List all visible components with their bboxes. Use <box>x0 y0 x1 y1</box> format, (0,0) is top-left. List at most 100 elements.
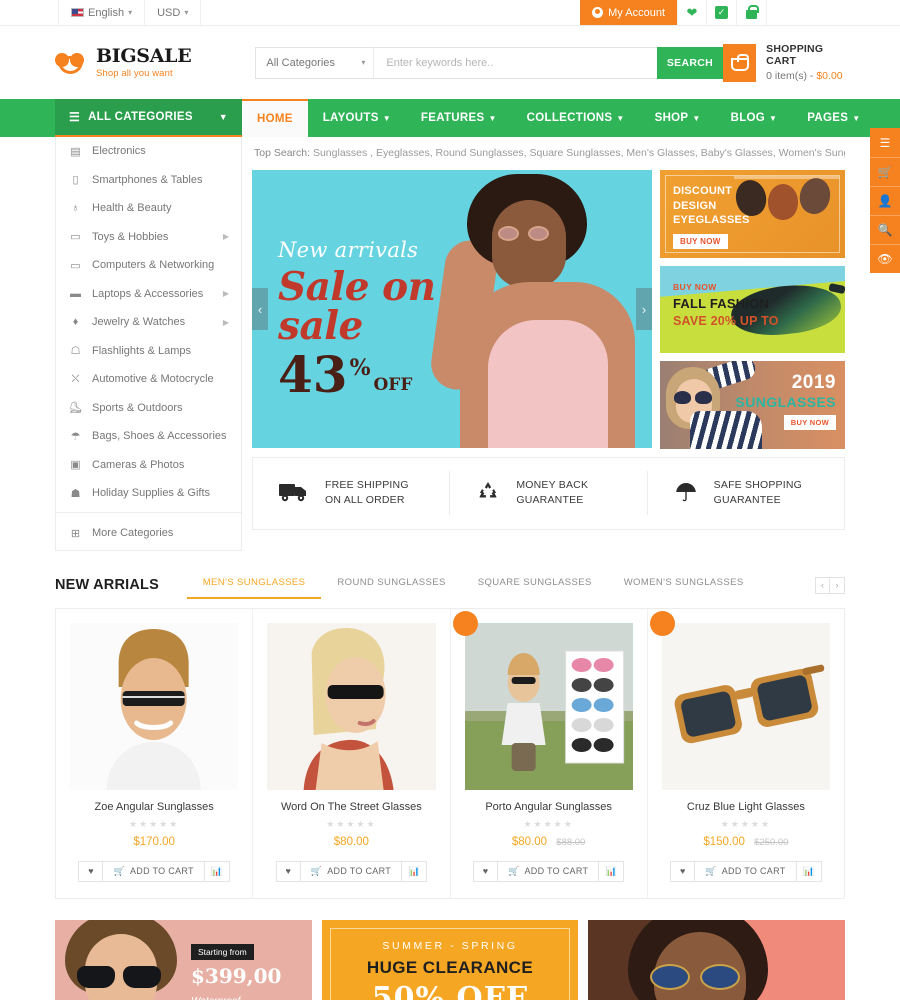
compare-icon[interactable]: ✓ <box>707 0 737 25</box>
compare-button[interactable]: 📊 <box>204 860 230 882</box>
product-image[interactable] <box>464 622 633 790</box>
wishlist-button[interactable]: ♥ <box>78 860 104 882</box>
nav-item-features[interactable]: FEATURES ▼ <box>406 99 512 137</box>
sidebar-item-label: Cameras & Photos <box>92 458 185 471</box>
currency-selector[interactable]: USD ▾ <box>145 0 202 25</box>
product-card[interactable]: Word On The Street Glasses ★★★★★ $80.00 … <box>252 608 449 898</box>
banner-huge-clearance[interactable]: SUMMER - SPRING HUGE CLEARANCE 50% OFF <box>321 919 579 1000</box>
search-button[interactable]: SEARCH <box>656 46 723 79</box>
tab-womens-sunglasses[interactable]: WOMEN'S SUNGLASSES <box>608 572 760 599</box>
banner-text: SUMMER - SPRING HUGE CLEARANCE 50% OFF <box>322 940 579 1000</box>
bag-icon: ☂ <box>70 430 81 443</box>
sidebar-item-cameras-photos[interactable]: ▣ Cameras & Photos <box>56 451 241 480</box>
chevron-down-icon: ▼ <box>852 113 861 123</box>
product-image[interactable] <box>267 622 436 790</box>
compare-button[interactable]: 📊 <box>402 860 428 882</box>
wishlist-icon[interactable]: ❤ <box>677 0 707 25</box>
sidebar-item-laptops-accessories[interactable]: ▬ Laptops & Accessories ▶ <box>56 280 241 309</box>
product-card[interactable]: Porto Angular Sunglasses ★★★★★ $80.00 $8… <box>449 608 647 898</box>
compare-button[interactable]: 📊 <box>599 860 625 882</box>
add-to-cart-button[interactable]: 🛒 ADD TO CART <box>695 860 797 882</box>
flashlight-icon: ☖ <box>70 345 81 358</box>
slider-new-arrivals: New arrivals <box>278 238 419 262</box>
promo-text: BUY NOW FALL FASHION SAVE 20% UP TO <box>673 282 779 328</box>
product-price-row: $150.00 $250.00 <box>662 836 830 848</box>
sidebar-item-label: Flashlights & Lamps <box>92 344 192 357</box>
sidebar-item-more-categories[interactable]: ⊞ More Categories <box>56 517 241 550</box>
promo-buy-now-label[interactable]: BUY NOW <box>673 282 779 292</box>
add-to-cart-button[interactable]: 🛒 ADD TO CART <box>300 860 403 882</box>
sidebar-item-bags-shoes-accessories[interactable]: ☂ Bags, Shoes & Accessories <box>56 422 241 451</box>
banner-starting-from[interactable]: Starting from $399,00 Waterproof <box>55 919 312 1000</box>
top-utility-bar: English ▾ USD ▾ My Account ❤ ✓ <box>0 0 900 26</box>
promo-buy-now-button[interactable]: BUY NOW <box>783 415 836 430</box>
tab-round-sunglasses[interactable]: ROUND SUNGLASSES <box>321 572 461 599</box>
search-icon[interactable]: 🔍 <box>870 215 900 244</box>
my-account-button[interactable]: My Account <box>580 0 677 25</box>
banner-line-3: 50% OFF <box>371 980 529 1000</box>
carousel-nav: ‹ › <box>815 576 845 594</box>
promo-line-3: EYEGLASSES <box>673 214 750 227</box>
sidebar-item-jewelry-watches[interactable]: ♦ Jewelry & Watches ▶ <box>56 308 241 337</box>
tab-mens-sunglasses[interactable]: MEN'S SUNGLASSES <box>186 572 322 599</box>
sports-icon: ⛸ <box>68 402 83 415</box>
slider-prev-button[interactable]: ‹ <box>252 288 268 330</box>
product-image[interactable] <box>70 622 239 790</box>
search-input[interactable] <box>373 46 657 79</box>
sidebar-item-toys-hobbies[interactable]: ▭ Toys & Hobbies ▶ <box>56 223 241 252</box>
user-icon[interactable]: 👤 <box>870 186 900 215</box>
sidebar-item-health-beauty[interactable]: ♁ Health & Beauty <box>56 194 241 223</box>
sidebar-item-sports-outdoors[interactable]: ⛸ Sports & Outdoors <box>56 394 241 423</box>
tab-square-sunglasses[interactable]: SQUARE SUNGLASSES <box>462 572 608 599</box>
product-actions: ♥ 🛒 ADD TO CART 📊 <box>267 860 435 882</box>
compare-button[interactable]: 📊 <box>796 860 822 882</box>
sidebar-item-holiday-supplies-gifts[interactable]: ☗ Holiday Supplies & Gifts <box>56 479 241 508</box>
all-categories-button[interactable]: ☰ ALL CATEGORIES ▼ <box>55 99 242 137</box>
nav-item-home[interactable]: HOME <box>242 99 308 137</box>
nav-item-layouts[interactable]: LAYOUTS ▼ <box>308 99 406 137</box>
sale-badge <box>452 610 478 636</box>
site-logo[interactable]: BIGSALE Shop all you want <box>55 46 196 79</box>
sidebar-item-automotive-motocrycle[interactable]: ⛌ Automotive & Motocrycle <box>56 365 241 394</box>
page-root: English ▾ USD ▾ My Account ❤ ✓ BIGSALE S… <box>0 0 900 1000</box>
banner-tag: Starting from <box>191 943 254 960</box>
promo-2019-sunglasses[interactable]: 2019 SUNGLASSES BUY NOW <box>660 361 845 449</box>
cart-icon[interactable]: 🛒 <box>870 157 900 186</box>
service-text: MONEY BACK GUARANTEE <box>516 478 588 508</box>
banner-woman-sunglasses[interactable] <box>588 919 846 1000</box>
promo-fall-fashion[interactable]: BUY NOW FALL FASHION SAVE 20% UP TO <box>660 265 845 353</box>
product-image[interactable] <box>661 622 830 790</box>
add-to-cart-button[interactable]: 🛒 ADD TO CART <box>497 860 600 882</box>
lock-icon[interactable] <box>737 0 767 25</box>
carousel-next-button[interactable]: › <box>830 576 845 594</box>
sidebar-item-electronics[interactable]: ▤ Electronics <box>56 137 241 166</box>
nav-item-pages[interactable]: PAGES ▼ <box>792 99 875 137</box>
wishlist-button[interactable]: ♥ <box>472 860 498 882</box>
menu-icon[interactable]: ☰ <box>870 128 900 157</box>
top-search-terms[interactable]: Sunglasses , Eyeglasses, Round Sunglasse… <box>313 147 845 159</box>
promo-buy-now-button[interactable]: BUY NOW <box>673 233 728 249</box>
glasses-logo-icon <box>55 51 89 75</box>
nav-item-shop[interactable]: SHOP ▼ <box>640 99 716 137</box>
nav-item-blog[interactable]: BLOG ▼ <box>716 99 793 137</box>
sunglasses-icon <box>77 965 163 988</box>
laptop-icon: ▬ <box>70 287 81 300</box>
nav-item-collections[interactable]: COLLECTIONS ▼ <box>512 99 640 137</box>
carousel-prev-button[interactable]: ‹ <box>815 576 830 594</box>
banner-subtitle: Waterproof <box>191 996 240 1000</box>
product-card[interactable]: Zoe Angular Sunglasses ★★★★★ $170.00 ♥ 🛒… <box>56 609 252 898</box>
sidebar-item-flashlights-lamps[interactable]: ☖ Flashlights & Lamps <box>56 337 241 366</box>
language-selector[interactable]: English ▾ <box>58 0 146 25</box>
search-category-select[interactable]: All Categories ▾ <box>255 46 374 79</box>
wishlist-button[interactable]: ♥ <box>275 860 301 882</box>
add-to-cart-button[interactable]: 🛒 ADD TO CART <box>103 860 205 882</box>
promo-discount-design-eyeglasses[interactable]: DISCOUNT DESIGN EYEGLASSES BUY NOW <box>660 170 845 258</box>
eye-icon[interactable]: 👁 <box>870 244 900 273</box>
slider-next-button[interactable]: › <box>636 288 652 330</box>
product-card[interactable]: Cruz Blue Light Glasses ★★★★★ $150.00 $2… <box>646 608 844 898</box>
wishlist-button[interactable]: ♥ <box>670 860 696 882</box>
sidebar-item-smartphones-tables[interactable]: ▯ Smartphones & Tables <box>56 166 241 195</box>
sidebar-item-computers-networking[interactable]: ▭ Computers & Networking <box>56 251 241 280</box>
shopping-cart-widget[interactable]: SHOPPING CART 0 item(s) - $0.00 <box>722 43 845 82</box>
hero-slider[interactable]: New arrivals Sale on sale 43 % OFF ‹ › <box>252 170 652 448</box>
